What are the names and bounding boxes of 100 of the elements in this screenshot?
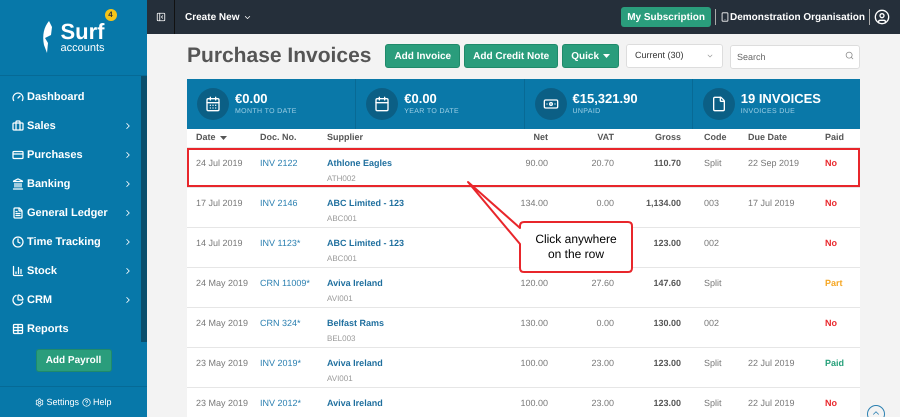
sort-caret-icon [220,136,227,140]
doc-link[interactable]: CRN 324* [260,317,327,330]
organisation-menu[interactable]: Demonstration Organisation [720,10,865,24]
supplier-code: ATH002 [327,172,356,184]
action-button[interactable]: Add Credit Note [464,44,558,68]
sidebar-item[interactable]: Purchases [0,140,141,170]
table-cell: 002 [704,318,720,328]
column-header[interactable]: Doc. No. [260,131,327,145]
table-cell: 20.70 [591,158,614,168]
invoice-row[interactable]: 24 May 2019 CRN 324* Belfast Rams BEL003 130.00 0.00 130.00 002 No [187,307,860,347]
clock-icon [12,236,24,248]
table-cell: 003 [704,198,720,208]
sidebar-item[interactable]: General Ledger [0,198,141,228]
device-icon [720,12,730,22]
search-icon [845,51,854,60]
doc-link[interactable]: INV 2146 [260,197,327,210]
table-cell: 0.00 [596,198,614,208]
table-cell-text: 23 May 2019 [196,357,250,370]
sidebar-item[interactable]: Sales [0,112,141,140]
create-new-menu[interactable]: Create New [185,10,252,24]
paid-status: Paid [825,358,844,368]
doc-link[interactable]: INV 2012* [260,397,327,410]
table-cell: 1,134.00 [646,198,681,208]
column-header[interactable]: Supplier [327,131,477,145]
stat-value: 19 INVOICES [740,90,821,107]
gauge-icon [12,91,24,103]
table-cell: 123.00 [653,398,681,408]
table-cell: Split [704,278,722,288]
document-icon [12,207,24,219]
supplier-link[interactable]: Athlone Eagles [327,157,392,170]
stat-value: €0.00 [235,90,269,107]
supplier-link[interactable]: Belfast Rams [327,317,384,330]
table-cell: 23.00 [591,358,614,368]
supplier-code: ABC001 [327,252,357,264]
table-cell-text: 24 May 2019 [196,317,250,330]
settings-link[interactable]: Settings [35,396,79,409]
sidebar-item[interactable]: Reports [0,314,141,344]
column-header[interactable]: Due Date [748,131,825,145]
paid-status: No [825,158,837,168]
quick-button[interactable]: Quick [562,44,620,68]
sidebar-item[interactable]: CRM [0,286,141,314]
calendar-icon [374,96,390,112]
supplier-link[interactable]: ABC Limited - 123 [327,237,404,250]
column-header[interactable]: VAT [548,131,614,145]
table-cell: 22 Jul 2019 [748,358,795,368]
caret-icon [603,54,610,58]
paid-status: No [825,318,837,328]
table-cell: 0.00 [596,318,614,328]
stat-value: €0.00 [404,90,438,107]
table-cell: 27.60 [591,278,614,288]
supplier-link[interactable]: Aviva Ireland [327,357,383,370]
card-icon [12,149,24,161]
table-cell: 123.00 [653,238,681,248]
table-cell: Split [704,358,722,368]
search-field[interactable]: Search [730,45,860,69]
column-header[interactable]: Net [477,131,548,145]
supplier-link[interactable]: Aviva Ireland [327,277,383,290]
table-cell-text: 24 Jul 2019 [196,157,244,170]
supplier-code: AVI001 [327,292,353,304]
supplier-link[interactable]: ABC Limited - 123 [327,197,404,210]
table-cell-text: 14 Jul 2019 [196,237,244,250]
column-header[interactable]: Code [681,131,748,145]
stat-value: €15,321.90 [572,90,638,107]
add-payroll-button[interactable]: Add Payroll [36,348,112,372]
table-cell: 22 Jul 2019 [748,398,795,408]
logo-subtitle: accounts [60,42,105,54]
table-cell: 002 [704,238,720,248]
table-cell: 110.70 [654,158,681,168]
supplier-code: BEL003 [327,332,356,344]
filter-dropdown[interactable]: Current (30) [626,44,723,68]
supplier-code: ABC001 [327,212,357,224]
column-header[interactable]: Paid [825,131,860,145]
column-header[interactable]: Gross [614,131,681,145]
sidebar-item[interactable]: Dashboard [0,82,141,112]
paid-status: Part [825,278,843,288]
sidebar-item[interactable]: Time Tracking [0,228,141,256]
invoice-row[interactable]: 23 May 2019 INV 2012* Aviva Ireland 100.00 23.00 123.00 Split 22 Jul 2019 No [187,387,860,417]
sidebar-item[interactable]: Banking [0,170,141,198]
invoice-row[interactable]: 23 May 2019 INV 2019* Aviva Ireland AVI001 100.00 23.00 123.00 Split 22 Jul 2019 Paid [187,347,860,387]
column-header[interactable]: Date [196,131,260,145]
table-cell-text: 23 May 2019 [196,397,250,410]
doc-link[interactable]: CRN 11009* [260,277,327,290]
supplier-link[interactable]: Aviva Ireland [327,397,383,410]
help-link[interactable]: Help [82,396,112,409]
table-cell: 100.00 [520,358,548,368]
invoice-row[interactable]: 24 Jul 2019 INV 2122 Athlone Eagles ATH002 90.00 20.70 110.70 Split 22 Sep 2019 No [187,147,860,187]
doc-link[interactable]: INV 1123* [260,237,327,250]
collapse-icon [156,12,166,22]
table-cell-text: 17 Jul 2019 [196,197,244,210]
table-cell: 134.00 [520,198,548,208]
doc-link[interactable]: INV 2019* [260,357,327,370]
table-cell: 123.00 [653,358,681,368]
sidebar-item[interactable]: Stock [0,256,141,286]
page-title: Purchase Invoices [187,43,372,70]
action-button[interactable]: Add Invoice [385,44,460,68]
doc-link[interactable]: INV 2122 [260,157,327,170]
table-cell: 22 Sep 2019 [748,158,800,168]
my-subscription-button[interactable]: My Subscription [621,7,711,27]
paid-status: No [825,198,837,208]
user-avatar-icon[interactable] [874,9,890,25]
